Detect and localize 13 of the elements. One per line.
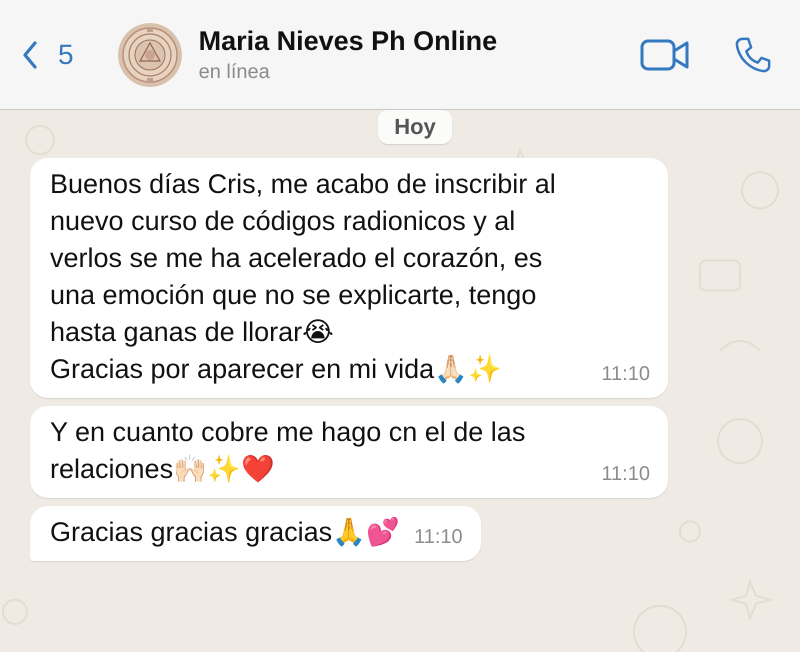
back-button[interactable]: 5: [22, 38, 82, 70]
message-time: 11:10: [601, 462, 650, 486]
message-time: 11:10: [414, 525, 463, 549]
message-text: Buenos días Cris, me acabo de inscribir al nuevo curso de códigos radionicos y al verlos se me ha acelerado el corazón, es una emoción que no se explicarte, tengo hasta ganas de llorar😭 Gracias por aparecer en mi vida🙏🏻✨: [50, 168, 557, 386]
contact-name[interactable]: Maria Nieves Ph Online: [198, 26, 596, 56]
date-label: Hoy: [378, 110, 452, 144]
back-chevron-icon: [22, 40, 38, 68]
video-call-button[interactable]: [640, 38, 690, 72]
contact-status: en línea: [198, 60, 271, 84]
message-time: 11:10: [601, 362, 650, 386]
message-text: Gracias gracias gracias🙏💕: [50, 516, 400, 549]
message-text: Y en cuanto cobre me hago cn el de las relaciones🙌🏻✨❤: [50, 416, 526, 486]
phone-call-button[interactable]: [734, 36, 772, 74]
